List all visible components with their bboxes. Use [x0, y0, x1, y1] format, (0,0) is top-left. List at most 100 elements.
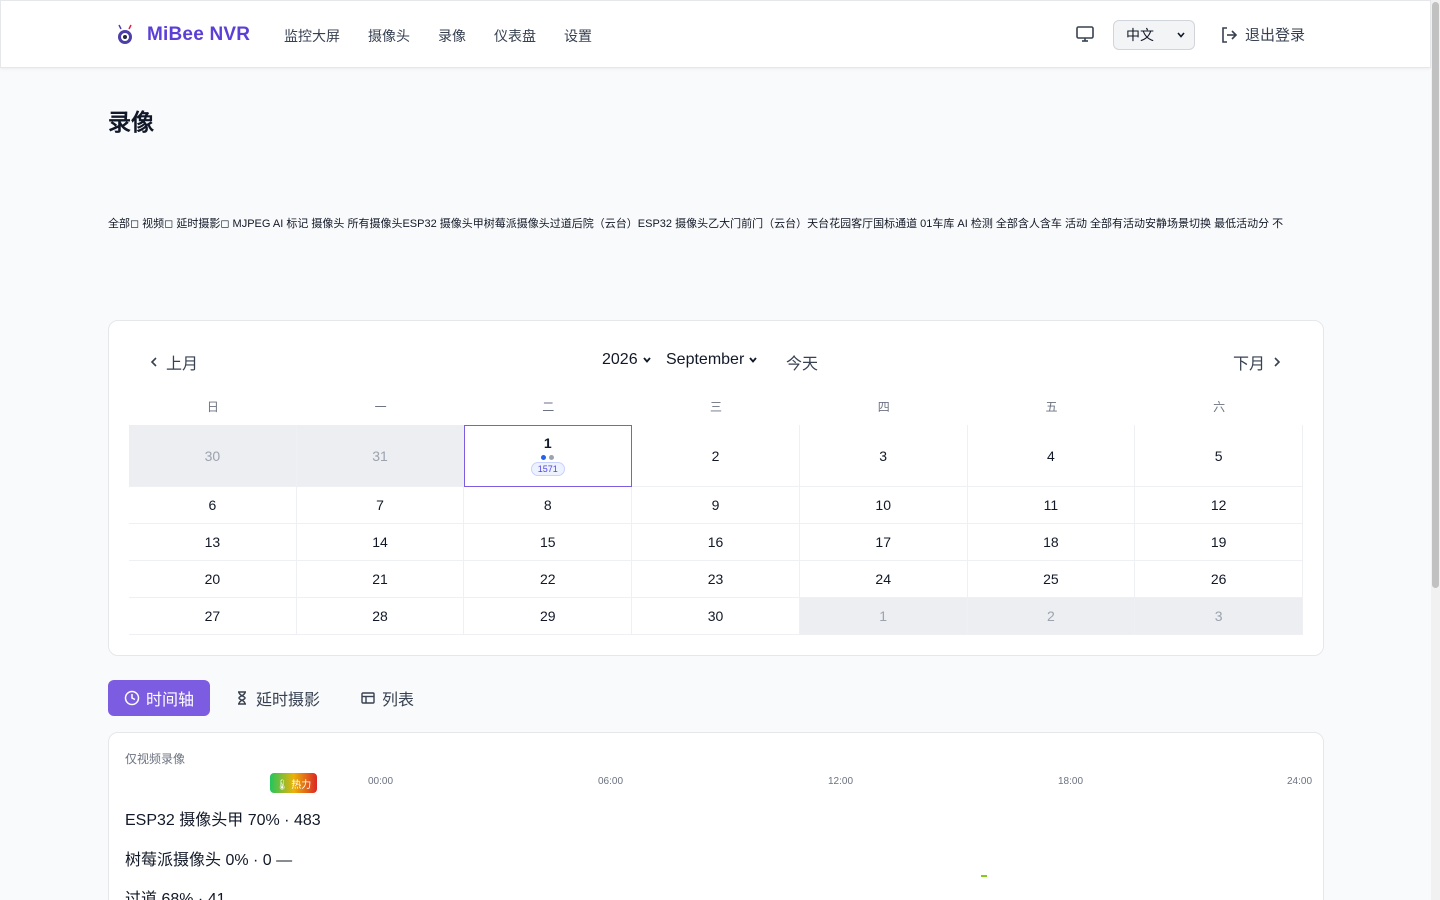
day-number: 1: [879, 608, 888, 624]
calendar-day[interactable]: 16: [632, 524, 800, 561]
day-number: 3: [879, 447, 888, 464]
month-select[interactable]: September: [666, 351, 758, 369]
calendar-day[interactable]: 4: [967, 425, 1136, 487]
calendar-day[interactable]: 28: [296, 598, 465, 635]
calendar-day[interactable]: 15: [464, 524, 633, 561]
day-number: 5: [1214, 447, 1223, 464]
day-number: 29: [539, 608, 556, 624]
calendar-day[interactable]: 2: [967, 598, 1136, 635]
chevron-right-icon: [1274, 357, 1281, 367]
calendar-day[interactable]: 30: [129, 425, 297, 487]
logout-button[interactable]: 退出登录: [1219, 24, 1305, 45]
calendar-day[interactable]: 21: [296, 561, 465, 598]
today-button[interactable]: 今天: [786, 350, 818, 374]
logo[interactable]: MiBee NVR: [113, 23, 250, 47]
chevron-down-icon: [642, 357, 651, 363]
monitor-icon[interactable]: [1075, 24, 1095, 44]
day-number: 16: [707, 534, 724, 550]
calendar-day[interactable]: 30: [632, 598, 800, 635]
tab-label: 延时摄影: [256, 692, 321, 709]
calendar-day[interactable]: 3: [799, 425, 968, 487]
calendar-day[interactable]: 31: [296, 425, 465, 487]
language-value: 中文: [1126, 27, 1154, 43]
day-number: 30: [204, 447, 221, 464]
calendar-day[interactable]: 18: [967, 524, 1136, 561]
next-month-label: 下月: [1233, 356, 1266, 373]
timeline-filter-label: 仅视频录像: [125, 752, 186, 766]
timeline-activity-mark[interactable]: [981, 875, 987, 877]
calendar-day[interactable]: 9: [632, 487, 800, 524]
page-scrollbar[interactable]: [1431, 0, 1440, 900]
prev-month-button[interactable]: 上月: [148, 350, 198, 374]
scrollbar-thumb[interactable]: [1432, 2, 1439, 588]
calendar-day[interactable]: 25: [967, 561, 1136, 598]
calendar-day[interactable]: 26: [1135, 561, 1303, 598]
calendar-day[interactable]: 10: [799, 487, 968, 524]
weekday-label: 二: [542, 400, 555, 414]
timeline-row-label[interactable]: 树莓派摄像头 0% · 0 —: [125, 846, 292, 870]
nav-cameras[interactable]: 摄像头: [368, 26, 410, 46]
calendar-day[interactable]: 14: [296, 524, 465, 561]
calendar-day[interactable]: 12: [1135, 487, 1303, 524]
weekday-label: 日: [206, 400, 219, 414]
calendar-grid: 30 31 1 1571 2 3 4 5 6 7 8 9 10 11 12 13 14 15 16 17 18 19 20 2…: [129, 425, 1303, 635]
calendar-day[interactable]: 13: [129, 524, 297, 561]
tab-timeline[interactable]: 时间轴: [108, 680, 211, 716]
tab-timelapse[interactable]: 延时摄影: [218, 680, 336, 716]
next-month-button[interactable]: 下月: [1233, 350, 1283, 374]
recording-dot: [541, 455, 547, 460]
weekday-label: 四: [877, 400, 890, 414]
weekday-header: 日 一 二 三 四 五 六: [129, 398, 1303, 415]
heatmap-toggle[interactable]: 🌡 热力: [270, 773, 317, 793]
calendar-day[interactable]: 17: [799, 524, 968, 561]
day-number: 3: [1214, 608, 1223, 624]
calendar-day[interactable]: 20: [129, 561, 297, 598]
calendar-day[interactable]: 5: [1135, 425, 1303, 487]
tab-list[interactable]: 列表: [344, 680, 430, 716]
timeline-tick: 12:00: [828, 776, 854, 787]
calendar-day[interactable]: 22: [464, 561, 633, 598]
day-number: 2: [1047, 608, 1055, 624]
calendar-day[interactable]: 27: [129, 598, 297, 635]
timeline-row-label[interactable]: 过道 68% · 41: [125, 885, 226, 900]
page-title: 录像: [108, 109, 154, 135]
timeline-row-label[interactable]: ESP32 摄像头甲 70% · 483: [125, 806, 321, 830]
calendar-day[interactable]: 2: [632, 425, 800, 487]
month-value: September: [666, 351, 745, 368]
day-number: 30: [707, 608, 724, 624]
calendar-day[interactable]: 24: [799, 561, 968, 598]
day-number: 12: [1210, 497, 1227, 513]
calendar-day[interactable]: 6: [129, 487, 297, 524]
timeline-tick: 06:00: [598, 776, 624, 787]
calendar-day[interactable]: 1 1571: [464, 425, 633, 487]
year-select[interactable]: 2026: [602, 351, 652, 369]
calendar-day[interactable]: 29: [464, 598, 633, 635]
day-number: 17: [875, 534, 891, 550]
day-number: 13: [204, 534, 221, 550]
tab-label: 列表: [382, 692, 415, 709]
calendar-day[interactable]: 3: [1135, 598, 1303, 635]
nav-dashboard[interactable]: 仪表盘: [494, 26, 536, 46]
logout-label: 退出登录: [1245, 27, 1306, 44]
view-tabs: 时间轴 延时摄影 列表: [108, 680, 430, 716]
calendar-day[interactable]: 7: [296, 487, 465, 524]
day-number: 22: [539, 571, 556, 587]
day-number: 28: [372, 608, 388, 624]
nav-monitor-wall[interactable]: 监控大屏: [284, 26, 340, 46]
language-select[interactable]: 中文: [1113, 20, 1195, 50]
recording-count-badge: 1571: [530, 462, 565, 476]
hourglass-icon: [238, 691, 247, 705]
calendar-day[interactable]: 11: [967, 487, 1136, 524]
calendar-day[interactable]: 8: [464, 487, 633, 524]
day-number: 1: [543, 435, 552, 451]
logout-icon: [1222, 26, 1238, 43]
calendar-day[interactable]: 19: [1135, 524, 1303, 561]
weekday-label: 五: [1045, 400, 1058, 414]
calendar-day[interactable]: 23: [632, 561, 800, 598]
day-number: 9: [711, 497, 720, 513]
calendar-day[interactable]: 1: [799, 598, 968, 635]
nav-recordings[interactable]: 录像: [438, 26, 466, 46]
day-number: 10: [875, 497, 891, 513]
nav-settings[interactable]: 设置: [564, 26, 592, 46]
main-nav: 监控大屏 摄像头 录像 仪表盘 设置: [284, 26, 592, 46]
